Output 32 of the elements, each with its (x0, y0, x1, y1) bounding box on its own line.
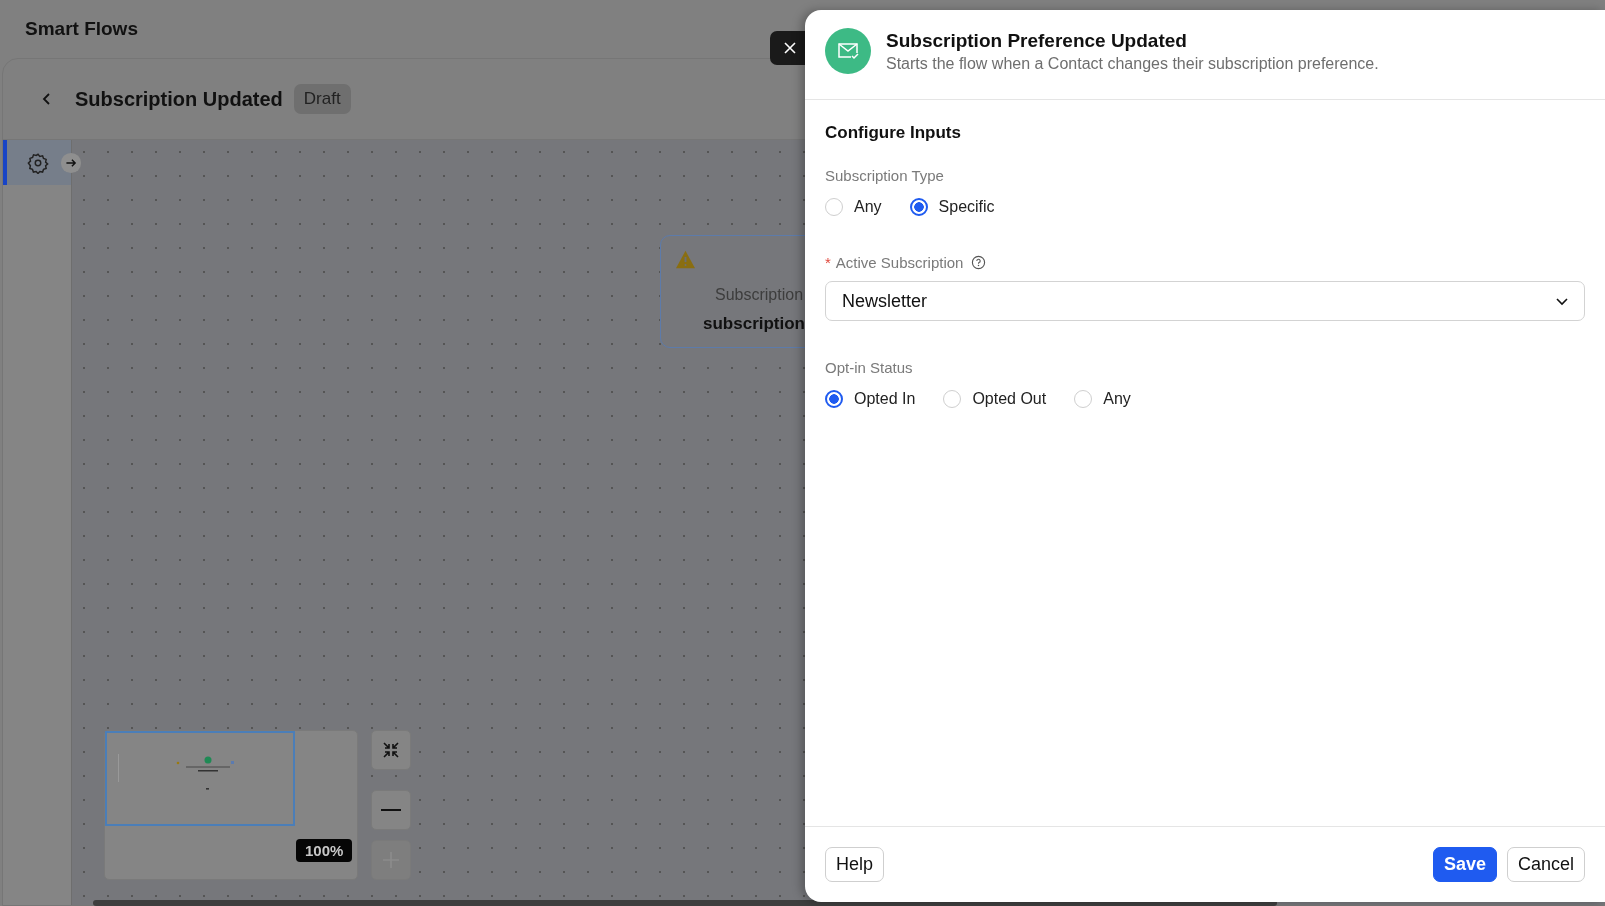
field-label: Opt-in Status (825, 359, 914, 376)
radio-option[interactable]: Opted In (825, 390, 916, 408)
side-tab[interactable] (3, 140, 71, 185)
radio-option[interactable]: Any (1074, 390, 1131, 408)
radio-option[interactable]: Opted Out (943, 390, 1047, 408)
expand-icon[interactable] (60, 152, 82, 174)
settings-icon[interactable] (27, 151, 49, 174)
zoom-out-button[interactable] (371, 790, 411, 830)
field-label: Subscription Type (825, 167, 945, 184)
select-field[interactable]: Newsletter (825, 281, 1585, 321)
status-badge: Draft (293, 84, 351, 114)
flow-title: Subscription Updated (75, 87, 283, 111)
fit-view-button[interactable] (371, 730, 411, 770)
radio-option[interactable]: Any (825, 198, 882, 216)
radio-option[interactable]: Specific (909, 198, 995, 216)
zoom-level: 100% (296, 839, 353, 862)
cancel-button[interactable]: Cancel (1506, 847, 1585, 882)
node-label: Subscription (715, 286, 804, 304)
drawer-title: Subscription Preference Updated (886, 30, 1188, 52)
collapse-icon (381, 740, 401, 760)
save-button[interactable]: Save (1432, 847, 1497, 882)
minus-icon (381, 808, 401, 812)
drawer-description: Starts the flow when a Contact changes their subscription preference. (886, 55, 1379, 73)
node-name: subscription (703, 314, 805, 334)
required-mark: * (825, 254, 831, 271)
help-button[interactable]: Help (825, 847, 885, 882)
mail-icon (825, 28, 871, 74)
section-title: Configure Inputs (825, 123, 962, 143)
close-icon (782, 40, 798, 56)
help-icon[interactable] (971, 255, 987, 270)
app-title: Smart Flows (25, 18, 138, 40)
minimap[interactable]: 100% (104, 730, 358, 880)
